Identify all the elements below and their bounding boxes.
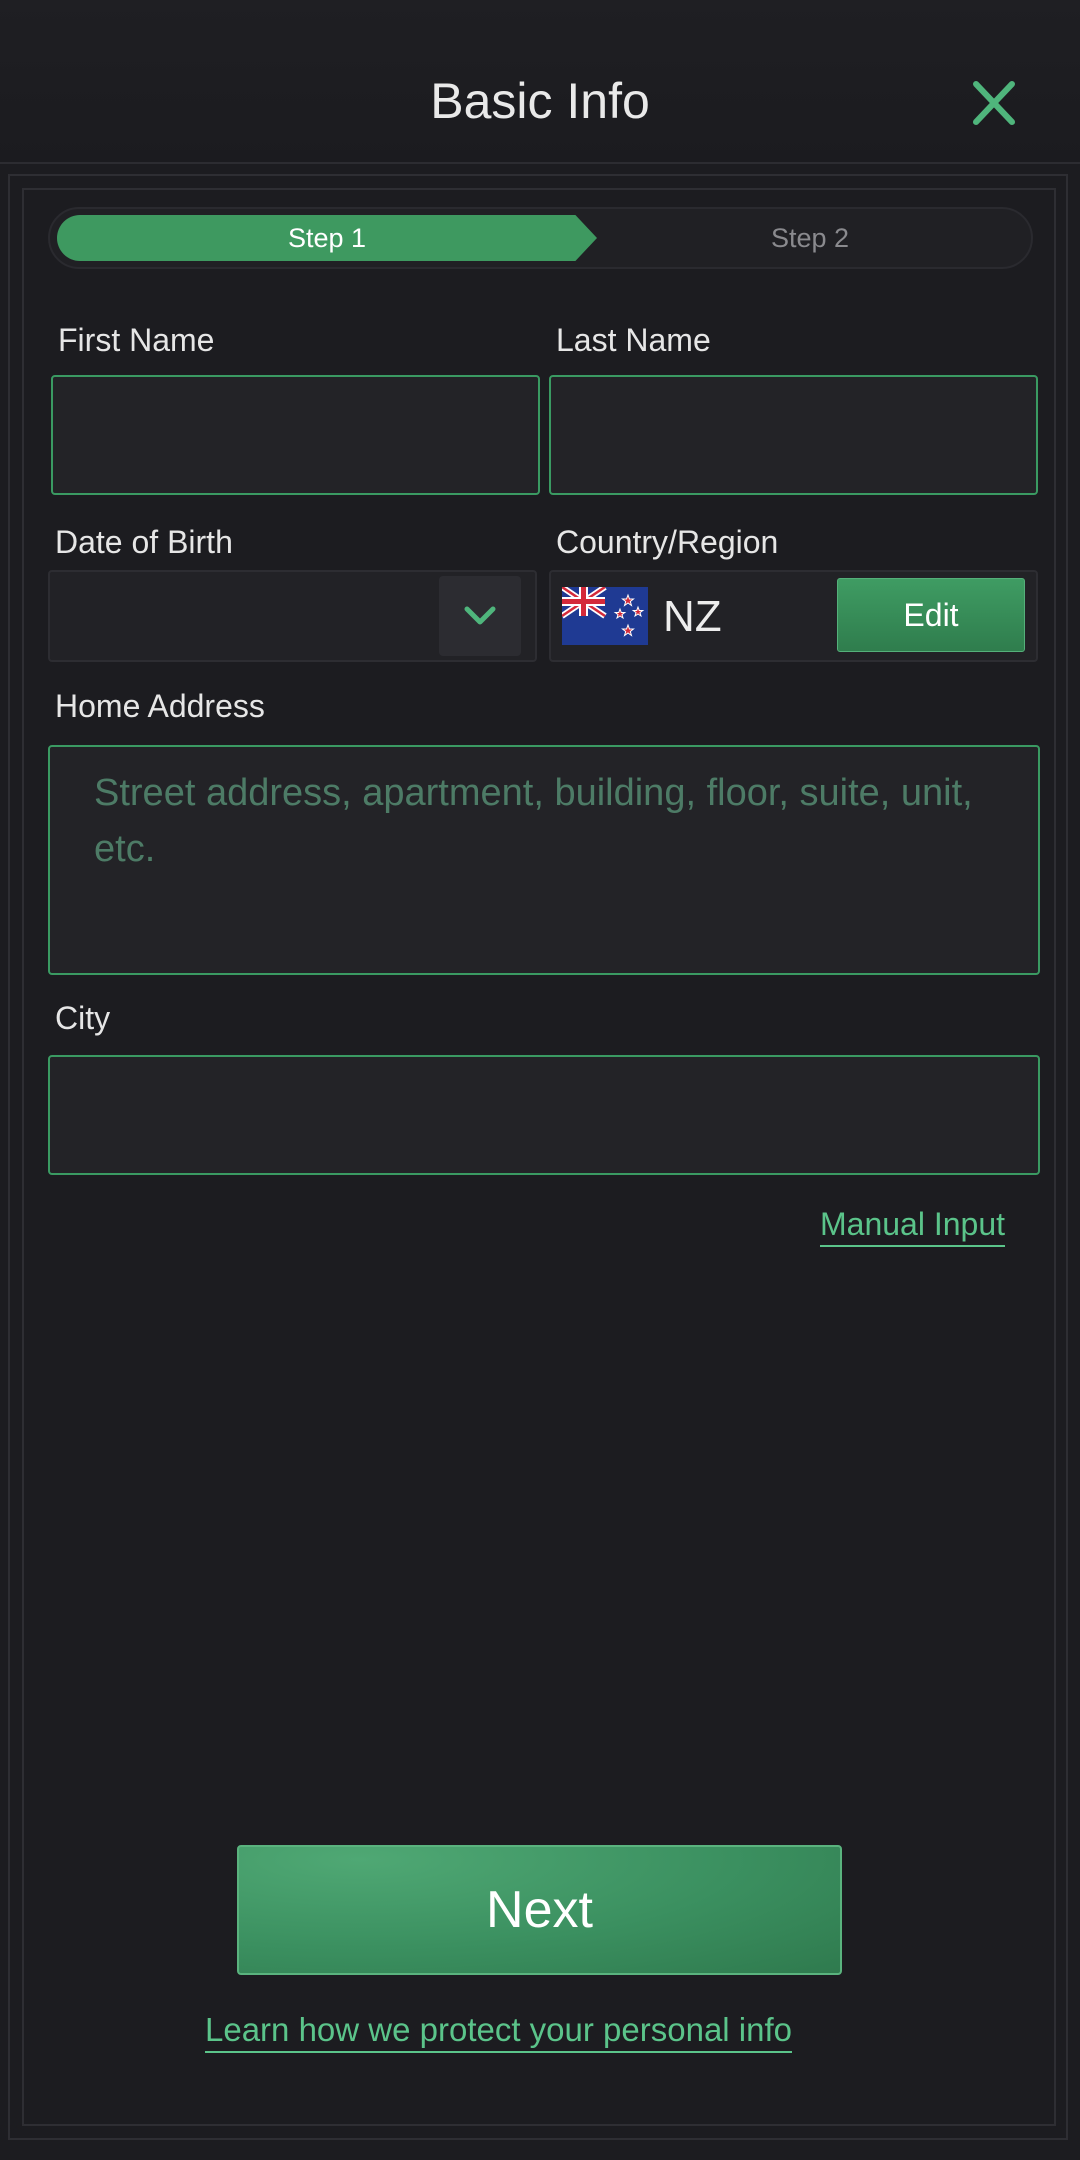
last-name-label: Last Name (556, 322, 711, 358)
step-progress: Step 1 Step 2 (48, 207, 1033, 269)
page-title: Basic Info (430, 73, 650, 129)
edit-country-button[interactable]: Edit (837, 578, 1025, 652)
first-name-input[interactable] (51, 375, 540, 495)
close-button[interactable] (962, 76, 1022, 136)
step-2-indicator: Step 2 (770, 222, 850, 253)
manual-input-link[interactable]: Manual Input (820, 1206, 1006, 1247)
date-of-birth-select[interactable] (48, 570, 537, 662)
date-of-birth-label: Date of Birth (55, 524, 233, 560)
country-region-field: NZ Edit (549, 570, 1038, 662)
close-icon (973, 81, 1015, 125)
step-1-indicator: Step 1 (57, 215, 597, 261)
city-input[interactable] (48, 1055, 1040, 1175)
dropdown-toggle[interactable] (439, 576, 521, 656)
home-address-input[interactable] (48, 745, 1040, 975)
header-bar: Basic Info (0, 0, 1080, 164)
country-code: NZ (663, 592, 722, 641)
home-address-label: Home Address (55, 688, 265, 724)
chevron-down-icon (464, 606, 496, 625)
last-name-input[interactable] (549, 375, 1038, 495)
new-zealand-flag-icon (562, 587, 648, 645)
privacy-info-link[interactable]: Learn how we protect your personal info (205, 2011, 793, 2053)
next-button[interactable]: Next (237, 1845, 842, 1975)
country-region-label: Country/Region (556, 524, 779, 560)
first-name-label: First Name (58, 322, 215, 358)
city-label: City (55, 1000, 111, 1036)
